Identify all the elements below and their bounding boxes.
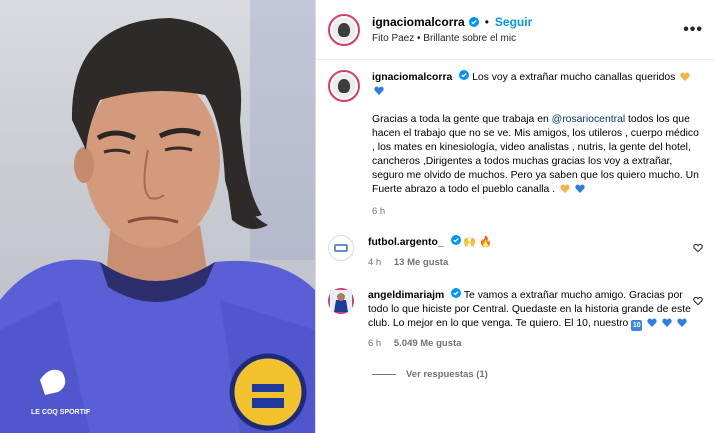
commenter-avatar[interactable] [328, 288, 354, 314]
author-username[interactable]: ignaciomalcorra [372, 15, 465, 29]
view-replies-label[interactable]: Ver respuestas (1) [406, 369, 488, 380]
caption-username[interactable]: ignaciomalcorra [372, 72, 452, 83]
blue-heart-icon [677, 318, 687, 327]
yellow-heart-icon [560, 184, 570, 193]
comment-body: futbol.argento_ 🙌 🔥 4 h 13 Me gusta [368, 235, 698, 270]
comment-username[interactable]: futbol.argento_ [368, 237, 444, 248]
keycap-ten-icon: 10 [631, 320, 643, 331]
svg-text:LE COQ SPORTIF: LE COQ SPORTIF [31, 409, 91, 416]
comment-item: futbol.argento_ 🙌 🔥 4 h 13 Me gusta [316, 235, 715, 270]
player-image: LE COQ SPORTIF [0, 0, 315, 433]
post-details-pane: ignaciomalcorra • Seguir Fito Paez • Bri… [316, 0, 715, 433]
comment-meta: 6 h 5.049 Me gusta [368, 337, 698, 351]
comment-item: angeldimariajm Te vamos a extrañar mucho… [316, 288, 715, 351]
verified-badge-icon [459, 70, 470, 80]
comment-meta: 4 h 13 Me gusta [368, 256, 698, 270]
caption-paragraph: Gracias a toda la gente que trabaja en @… [372, 113, 703, 197]
blue-heart-icon [575, 184, 585, 193]
caption-first-line: Los voy a extrañar mucho canallas querid… [472, 72, 676, 83]
caption-body: ignaciomalcorra Los voy a extrañar mucho… [372, 70, 703, 219]
instagram-post-modal: LE COQ SPORTIF ignaciomalcorra • Seguir … [0, 0, 715, 433]
post-photo[interactable]: LE COQ SPORTIF [0, 0, 315, 433]
post-caption: ignaciomalcorra Los voy a extrañar mucho… [316, 60, 715, 219]
like-heart-icon[interactable] [693, 243, 703, 253]
comment-body: angeldimariajm Te vamos a extrañar mucho… [368, 288, 698, 351]
blue-heart-icon [662, 318, 672, 327]
view-replies-button[interactable]: Ver respuestas (1) [372, 369, 715, 380]
comment-username[interactable]: angeldimariajm [368, 290, 444, 301]
more-options-icon[interactable]: ••• [683, 21, 703, 39]
post-header: ignaciomalcorra • Seguir Fito Paez • Bri… [316, 0, 715, 60]
separator-dot: • [484, 15, 489, 29]
verified-badge-icon [451, 288, 462, 298]
comment-timestamp[interactable]: 6 h [368, 338, 381, 349]
commenter-avatar[interactable] [328, 235, 354, 261]
audio-label[interactable]: Fito Paez • Brillante sobre el mic [372, 33, 683, 44]
caption-text-end: todos los que hacen el trabajo que no se… [372, 114, 699, 195]
like-heart-icon[interactable] [693, 296, 703, 306]
mention-link[interactable]: @rosariocentral [552, 114, 626, 125]
follow-button[interactable]: Seguir [495, 15, 532, 29]
author-avatar[interactable] [328, 13, 360, 46]
comment-likes[interactable]: 13 Me gusta [394, 257, 448, 268]
caption-timestamp[interactable]: 6 h [372, 205, 703, 219]
verified-badge-icon [450, 235, 461, 245]
blue-heart-icon [647, 318, 657, 327]
yellow-heart-icon [680, 72, 690, 81]
caption-text-start: Gracias a toda la gente que trabaja en [372, 114, 552, 125]
comment-timestamp[interactable]: 4 h [368, 257, 381, 268]
verified-badge-icon [468, 17, 479, 27]
blue-heart-icon [374, 86, 384, 95]
header-text: ignaciomalcorra • Seguir Fito Paez • Bri… [372, 15, 683, 44]
caption-avatar[interactable] [328, 70, 360, 102]
comment-text: 🙌 🔥 [463, 237, 493, 248]
comment-likes[interactable]: 5.049 Me gusta [394, 338, 462, 349]
replies-divider-line [372, 374, 396, 375]
